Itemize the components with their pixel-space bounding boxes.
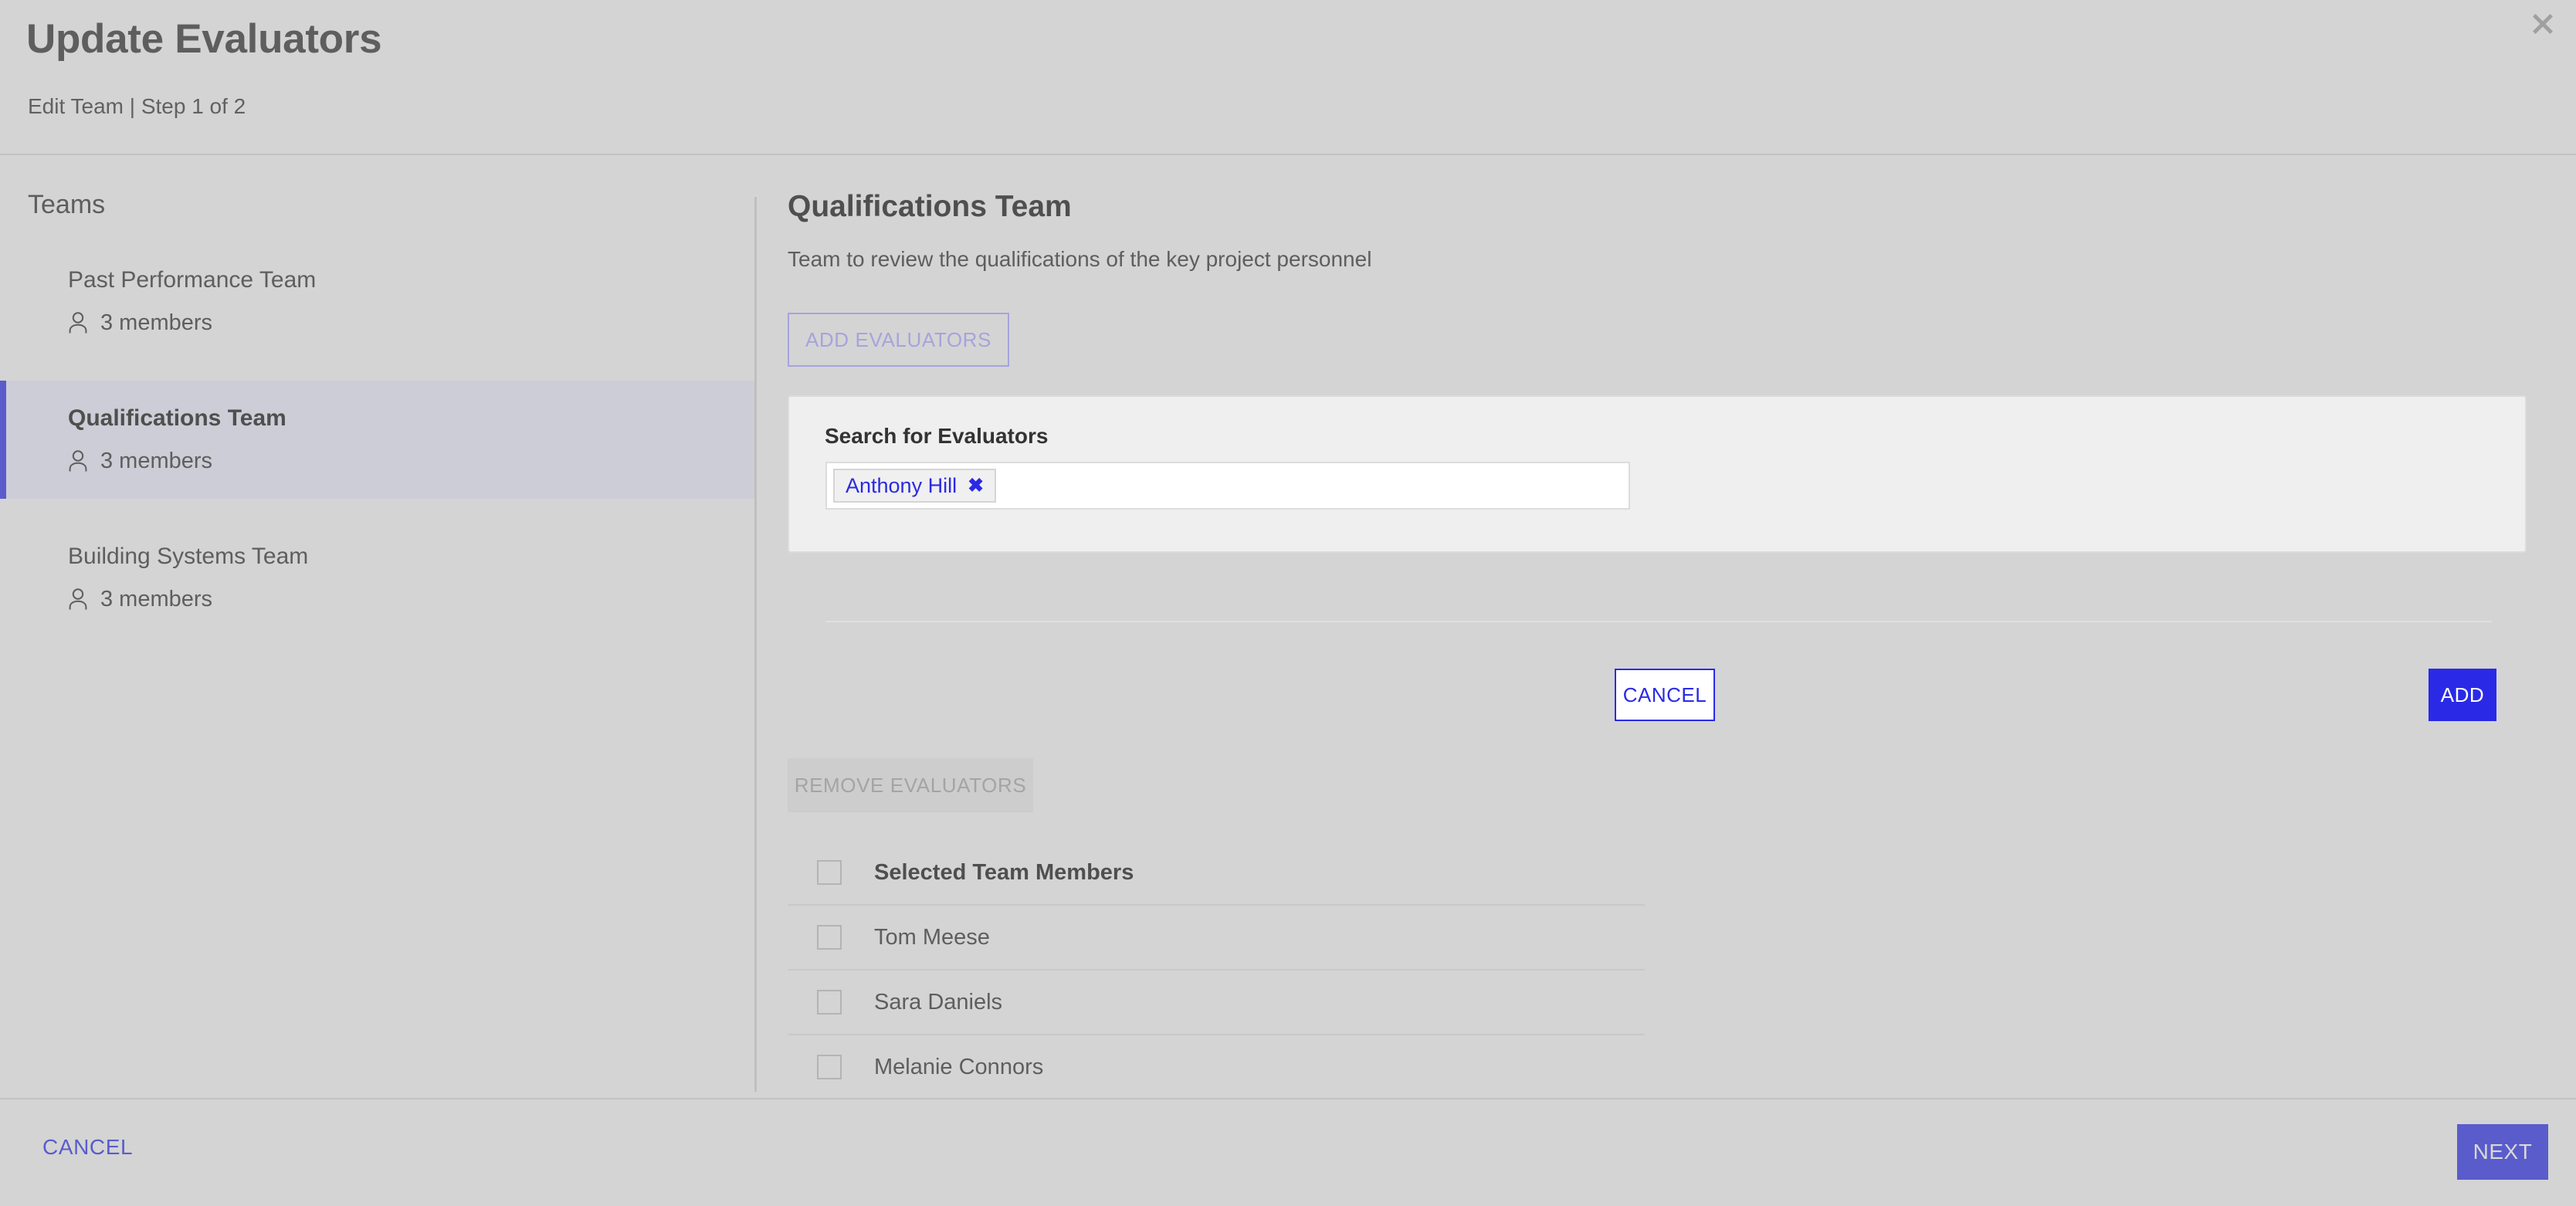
- page-title: Update Evaluators: [26, 16, 382, 62]
- sidebar-main-divider: [754, 197, 757, 1092]
- selected-members-table: Selected Team Members Tom Meese Sara Dan…: [788, 841, 1645, 1099]
- team-heading: Qualifications Team: [788, 190, 1072, 223]
- table-row[interactable]: Tom Meese: [788, 906, 1645, 971]
- member-name: Sara Daniels: [874, 989, 1003, 1015]
- footer-next-button[interactable]: NEXT: [2457, 1124, 2548, 1180]
- team-meta: 3 members: [68, 311, 755, 334]
- member-name: Melanie Connors: [874, 1054, 1044, 1079]
- sidebar-item-qualifications-team[interactable]: Qualifications Team 3 members: [0, 381, 755, 499]
- sidebar-item-past-performance-team[interactable]: Past Performance Team 3 members: [0, 242, 755, 361]
- table-header-row: Selected Team Members: [788, 841, 1645, 906]
- panel-cancel-button[interactable]: CANCEL: [1615, 669, 1715, 721]
- footer-cancel-button[interactable]: CANCEL: [42, 1135, 133, 1160]
- teams-sidebar: Teams Past Performance Team 3 members Qu…: [0, 155, 755, 1098]
- evaluator-chip[interactable]: Anthony Hill ✖: [833, 469, 997, 503]
- add-evaluators-button[interactable]: ADD EVALUATORS: [788, 313, 1009, 367]
- page-footer: CANCEL NEXT: [0, 1098, 2576, 1206]
- table-row[interactable]: Melanie Connors: [788, 1035, 1645, 1099]
- person-icon: [69, 312, 87, 334]
- person-icon: [69, 588, 87, 610]
- members-header-label: Selected Team Members: [874, 859, 1134, 885]
- breadcrumb: Edit Team | Step 1 of 2: [28, 94, 246, 118]
- panel-divider: [825, 621, 2492, 622]
- select-all-checkbox[interactable]: [817, 860, 842, 885]
- search-panel-label: Search for Evaluators: [825, 424, 1049, 448]
- remove-evaluators-button[interactable]: REMOVE EVALUATORS: [788, 758, 1033, 812]
- close-icon[interactable]: [2525, 6, 2561, 42]
- member-checkbox[interactable]: [817, 925, 842, 950]
- main-content: Qualifications Team Team to review the q…: [788, 155, 2576, 1098]
- team-list: Past Performance Team 3 members Qualific…: [0, 242, 755, 657]
- person-icon: [69, 450, 87, 472]
- member-checkbox[interactable]: [817, 1055, 842, 1079]
- panel-add-button[interactable]: ADD: [2429, 669, 2496, 721]
- chip-remove-icon[interactable]: ✖: [968, 476, 984, 496]
- team-description: Team to review the qualifications of the…: [788, 247, 1372, 271]
- team-name: Past Performance Team: [68, 267, 317, 293]
- sidebar-item-building-systems-team[interactable]: Building Systems Team 3 members: [0, 519, 755, 637]
- search-evaluators-panel: Search for Evaluators Anthony Hill ✖ CAN…: [788, 395, 2527, 721]
- team-member-count: 3 members: [100, 586, 213, 611]
- member-checkbox[interactable]: [817, 990, 842, 1015]
- table-row[interactable]: Sara Daniels: [788, 971, 1645, 1035]
- team-member-count: 3 members: [100, 310, 213, 335]
- member-name: Tom Meese: [874, 924, 990, 950]
- page-header: Update Evaluators Edit Team | Step 1 of …: [0, 0, 2576, 155]
- sidebar-title: Teams: [28, 190, 106, 219]
- team-name: Qualifications Team: [68, 405, 286, 431]
- team-member-count: 3 members: [100, 448, 213, 473]
- team-meta: 3 members: [68, 588, 755, 611]
- team-name: Building Systems Team: [68, 544, 309, 569]
- search-input[interactable]: Anthony Hill ✖: [825, 462, 1630, 510]
- team-meta: 3 members: [68, 449, 755, 473]
- chip-label: Anthony Hill: [846, 473, 958, 497]
